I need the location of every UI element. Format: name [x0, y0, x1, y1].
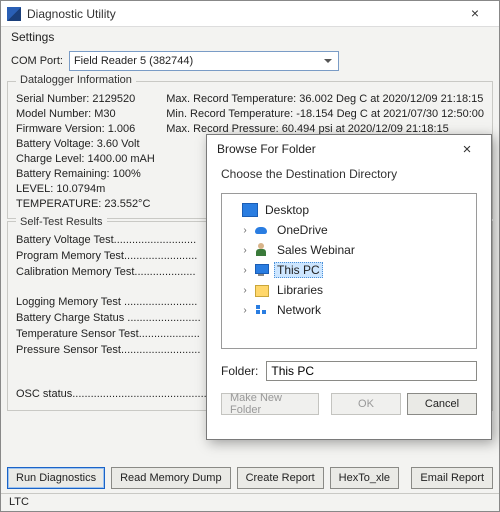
tree-node-network[interactable]: › Network [226, 300, 472, 320]
node-label: Libraries [274, 283, 326, 297]
node-label: This PC [274, 262, 323, 278]
desktop-icon [242, 203, 258, 217]
status-bar: LTC [1, 493, 499, 511]
dialog-title: Browse For Folder [217, 142, 316, 156]
ok-button: OK [331, 393, 401, 415]
libraries-icon [254, 283, 270, 297]
dialog-titlebar: Browse For Folder × [207, 135, 491, 163]
tree-node-sales[interactable]: › Sales Webinar [226, 240, 472, 260]
run-diagnostics-button[interactable]: Run Diagnostics [7, 467, 105, 489]
tree-node-desktop[interactable]: Desktop [226, 200, 472, 220]
button-bar: Run Diagnostics Read Memory Dump Create … [7, 467, 493, 489]
info-batt-v: Battery Voltage: 3.60 Volt [16, 137, 156, 152]
comport-label: COM Port: [11, 55, 63, 67]
folder-label: Folder: [221, 364, 258, 378]
cancel-button[interactable]: Cancel [407, 393, 477, 415]
chevron-right-icon[interactable]: › [240, 245, 250, 256]
close-icon[interactable]: × [457, 4, 493, 24]
chevron-right-icon[interactable]: › [240, 305, 250, 316]
user-icon [254, 243, 270, 257]
pc-icon [254, 263, 270, 277]
node-label: OneDrive [274, 223, 331, 237]
folder-row: Folder: [207, 353, 491, 385]
titlebar: Diagnostic Utility × [1, 1, 499, 27]
cloud-icon [254, 223, 270, 237]
info-batt-r: Battery Remaining: 100% [16, 167, 156, 182]
dialog-subtitle: Choose the Destination Directory [207, 163, 491, 189]
node-label: Sales Webinar [274, 243, 358, 257]
chevron-right-icon[interactable]: › [240, 265, 250, 276]
tree-node-libraries[interactable]: › Libraries [226, 280, 472, 300]
node-label: Network [274, 303, 324, 317]
info-left: Serial Number: 2129520 Model Number: M30… [16, 92, 156, 212]
email-report-button[interactable]: Email Report [411, 467, 493, 489]
chevron-right-icon[interactable]: › [240, 285, 250, 296]
tree-node-thispc[interactable]: › This PC [226, 260, 472, 280]
comport-combo[interactable]: Field Reader 5 (382744) [69, 51, 339, 71]
info-model: Model Number: M30 [16, 107, 156, 122]
folder-tree[interactable]: Desktop › OneDrive › Sales Webinar › Thi… [221, 193, 477, 349]
menu-settings[interactable]: Settings [11, 30, 54, 44]
folder-input[interactable] [266, 361, 477, 381]
dialog-buttons: Make New Folder OK Cancel [207, 385, 491, 427]
info-level: LEVEL: 10.0794m [16, 182, 156, 197]
info-fw: Firmware Version: 1.006 [16, 122, 156, 137]
dialog-close-icon[interactable]: × [453, 141, 481, 158]
menubar: Settings [1, 27, 499, 47]
info-temp: TEMPERATURE: 23.552°C [16, 197, 156, 212]
hexto-xle-button[interactable]: HexTo_xle [330, 467, 399, 489]
network-icon [254, 303, 270, 317]
info-legend: Datalogger Information [16, 74, 136, 86]
make-new-folder-button: Make New Folder [221, 393, 319, 415]
chevron-right-icon[interactable]: › [240, 225, 250, 236]
tree-node-onedrive[interactable]: › OneDrive [226, 220, 472, 240]
read-memory-button[interactable]: Read Memory Dump [111, 467, 230, 489]
browse-folder-dialog: Browse For Folder × Choose the Destinati… [206, 134, 492, 440]
window-title: Diagnostic Utility [27, 7, 457, 21]
node-label: Desktop [262, 203, 312, 217]
info-serial: Serial Number: 2129520 [16, 92, 156, 107]
info-mint: Min. Record Temperature: -18.154 Deg C a… [166, 107, 484, 122]
selftest-legend: Self-Test Results [16, 214, 107, 230]
create-report-button[interactable]: Create Report [237, 467, 324, 489]
app-icon [7, 7, 21, 21]
info-charge: Charge Level: 1400.00 mAH [16, 152, 156, 167]
info-maxt: Max. Record Temperature: 36.002 Deg C at… [166, 92, 484, 107]
comport-value: Field Reader 5 (382744) [74, 55, 193, 67]
